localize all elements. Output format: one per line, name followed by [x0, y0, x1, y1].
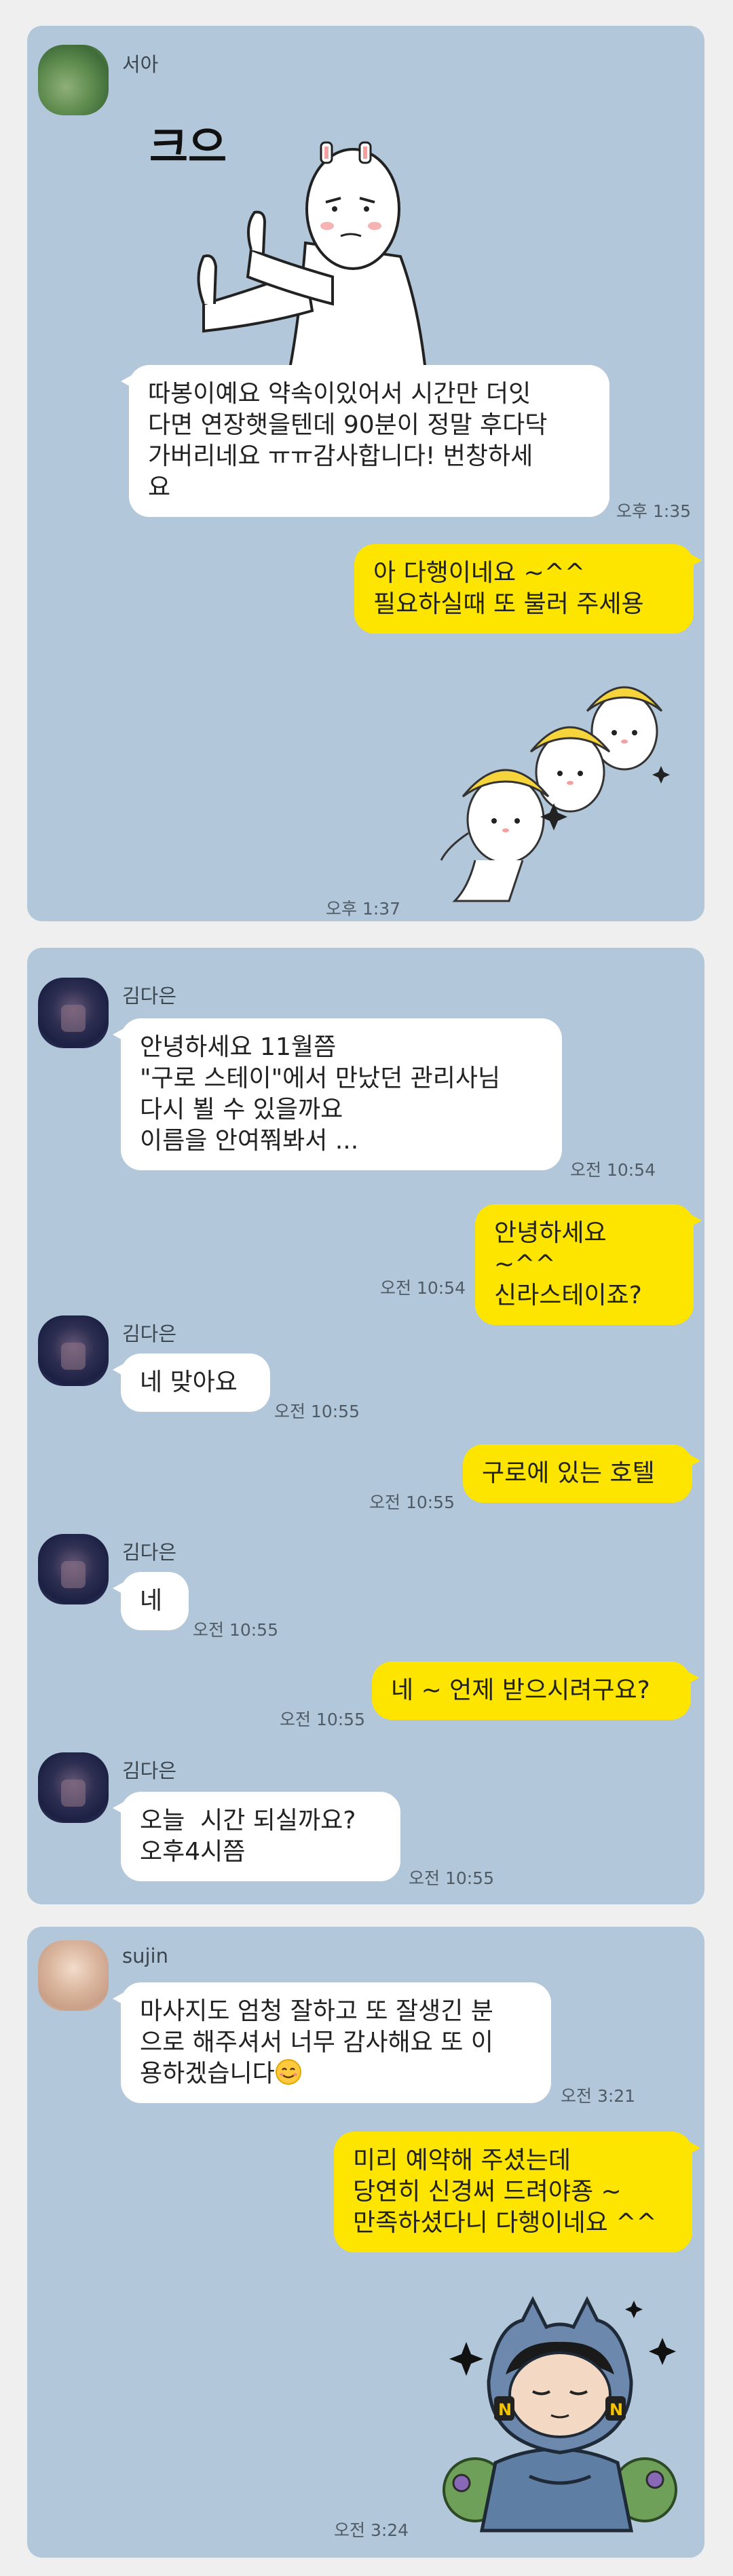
outgoing-message[interactable]: 네 ~ 언제 받으시려구요? [372, 1661, 699, 1720]
svg-text:N: N [498, 2400, 512, 2419]
thumbs-up-character-sticker[interactable]: 크으 [129, 107, 441, 392]
sticker-time: 오전 3:24 [334, 2520, 409, 2540]
svg-text:N: N [609, 2400, 623, 2419]
sender-name: 김다은 [122, 1759, 177, 1782]
message-time: 오전 10:55 [369, 1493, 455, 1512]
avatar-sujin[interactable] [38, 1940, 109, 2011]
message-time: 오후 1:35 [616, 501, 692, 521]
banana-bunnies-sticker[interactable] [428, 657, 699, 915]
message-time: 오전 10:55 [280, 1710, 365, 1729]
message-time: 오전 10:55 [409, 1868, 494, 1888]
sender-name: 김다은 [122, 1541, 177, 1564]
chat-panel-sujin: sujin 마사지도 엄청 잘하고 또 잘생긴 분 으로 해주셔서 너무 감사해… [27, 1927, 704, 2558]
message-time: 오전 10:54 [570, 1160, 656, 1180]
sender-name: 서아 [122, 53, 159, 76]
message-time: 오전 10:54 [380, 1278, 466, 1298]
incoming-message[interactable]: 네 맞아요 [113, 1353, 270, 1412]
message-time: 오전 10:55 [274, 1402, 360, 1421]
outgoing-message[interactable]: 안녕하세요 ~^^ 신라스테이죠? [475, 1204, 702, 1325]
smiling-face-emoji-icon [275, 2059, 301, 2085]
outgoing-message[interactable]: 미리 예약해 주셨는데 당연히 신경써 드려야죵 ~ 만족하셨다니 다행이네요 … [334, 2132, 700, 2252]
chat-panel-seoa: 서아 크으 따봉이예요 약속이있어서 시간만 더잇 다면 연장햇을텐데 90분이… [27, 26, 704, 921]
incoming-message[interactable]: 오늘 시간 되실까요? 오후4시쯤 [113, 1792, 400, 1881]
avatar-kimdaeun[interactable] [38, 1534, 109, 1604]
incoming-message[interactable]: 마사지도 엄청 잘하고 또 잘생긴 분 으로 해주셔서 너무 감사해요 또 이 … [113, 1982, 551, 2103]
sender-name: 김다은 [122, 1322, 177, 1345]
sender-name: sujin [122, 1944, 168, 1967]
avatar-kimdaeun[interactable] [38, 1752, 109, 1823]
avatar-kimdaeun[interactable] [38, 978, 109, 1048]
cat-hood-character-sticker[interactable]: N N [414, 2280, 699, 2537]
incoming-message[interactable]: 안녕하세요 11월쯤 "구로 스테이"에서 만났던 관리사님 다시 뵐 수 있을… [113, 1018, 562, 1170]
incoming-message[interactable]: 네 [113, 1572, 189, 1630]
sticker-time: 오후 1:37 [326, 899, 401, 919]
message-text: 마사지도 엄청 잘하고 또 잘생긴 분 으로 해주셔서 너무 감사해요 또 이 … [140, 1997, 493, 2088]
incoming-message[interactable]: 따봉이예요 약속이있어서 시간만 더잇 다면 연장햇을텐데 90분이 정말 후다… [121, 365, 609, 517]
avatar-seoa[interactable] [38, 45, 109, 115]
avatar-kimdaeun[interactable] [38, 1315, 109, 1386]
sticker-caption: 크으 [149, 122, 227, 172]
sender-name: 김다은 [122, 984, 177, 1007]
message-time: 오전 10:55 [193, 1620, 278, 1640]
message-time: 오전 3:21 [561, 2086, 636, 2106]
outgoing-message[interactable]: 구로에 있는 호텔 [463, 1444, 700, 1503]
chat-panel-kimdaeun: 김다은 안녕하세요 11월쯤 "구로 스테이"에서 만났던 관리사님 다시 뵐 … [27, 948, 704, 1904]
outgoing-message[interactable]: 아 다행이네요 ~^^ 필요하실때 또 불러 주세용 [354, 544, 702, 634]
